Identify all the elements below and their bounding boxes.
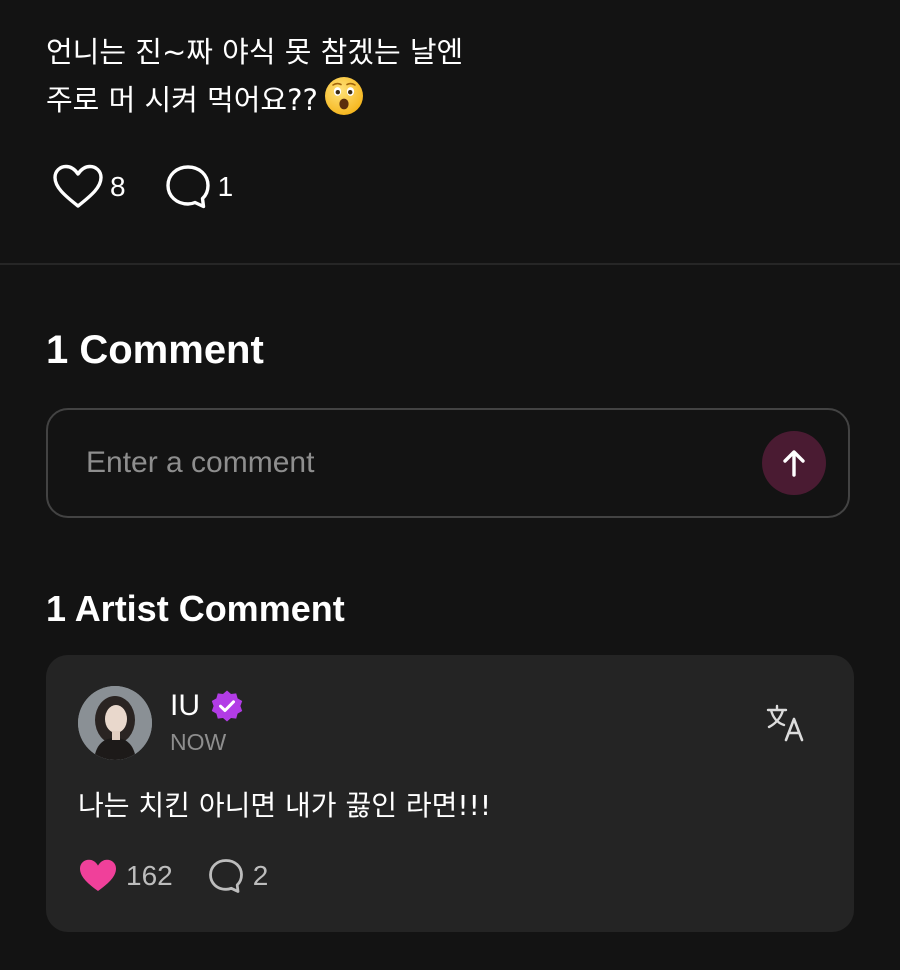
artist-like-button[interactable]: 162 (78, 858, 173, 894)
comment-timestamp: NOW (170, 729, 227, 755)
post-text: 언니는 진~짜 야식 못 참겠는 날엔 주로 머 시켜 먹어요?? (46, 28, 846, 130)
artist-reply-count: 2 (252, 860, 269, 891)
comment-bubble-icon (207, 858, 245, 894)
post-comment-count: 1 (217, 171, 234, 202)
astonished-face-icon (324, 76, 364, 130)
artist-comment-card[interactable]: IU NOW 나는 치킨 아니면 내가 끓인 라면!!! 162 2 (46, 655, 854, 932)
artist-name[interactable]: IU (170, 689, 200, 723)
artist-reply-button[interactable]: 2 (207, 858, 269, 894)
comment-input[interactable] (86, 440, 726, 486)
post-text-line: 언니는 진~짜 야식 못 참겠는 날엔 (46, 35, 464, 69)
post-text-line: 주로 머 시켜 먹어요?? (46, 76, 846, 130)
artist-comments-title: 1 Artist Comment (46, 588, 345, 629)
section-divider (0, 263, 900, 265)
send-comment-button[interactable] (762, 431, 826, 495)
comment-bubble-icon (164, 164, 212, 210)
heart-filled-icon (78, 858, 118, 894)
artist-name-row: IU (170, 689, 244, 723)
translate-icon (766, 704, 806, 742)
arrow-up-icon (780, 448, 808, 478)
avatar[interactable] (78, 686, 152, 760)
artist-like-count: 162 (126, 860, 173, 891)
verified-badge-icon (210, 689, 244, 723)
comment-input-box (46, 408, 850, 518)
post-actions: 8 1 (52, 164, 233, 210)
translate-button[interactable] (764, 701, 808, 745)
post-text-line-content: 주로 머 시켜 먹어요?? (46, 83, 318, 117)
post-like-button[interactable]: 8 (52, 164, 126, 210)
comments-title: 1 Comment (46, 328, 264, 372)
artist-comment-text: 나는 치킨 아니면 내가 끓인 라면!!! (78, 789, 492, 822)
heart-outline-icon (52, 164, 104, 210)
post-comment-button[interactable]: 1 (164, 164, 234, 210)
post-like-count: 8 (110, 171, 126, 202)
artist-comment-actions: 162 2 (78, 853, 268, 899)
